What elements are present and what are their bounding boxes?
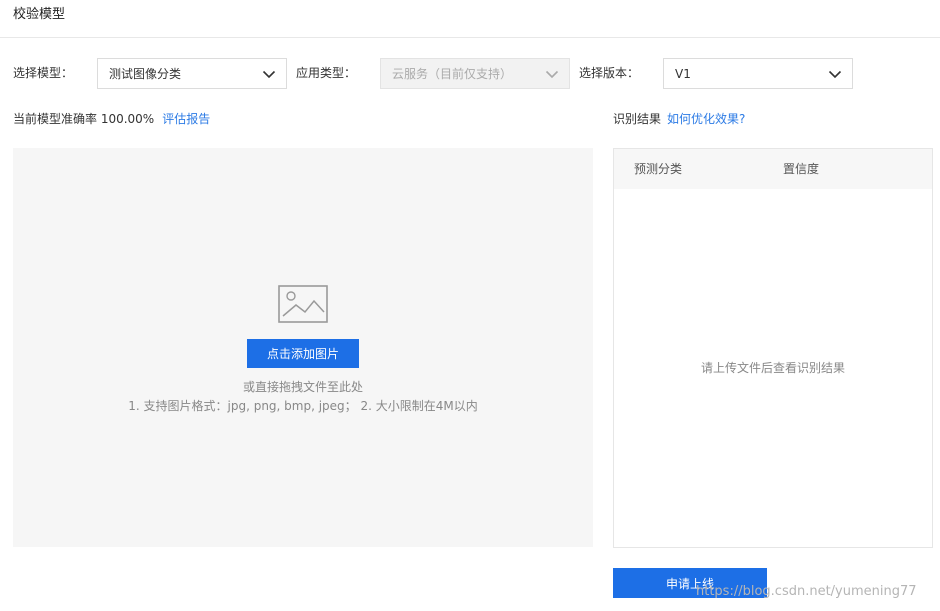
app-type-select-value: 云服务（目前仅支持） bbox=[392, 67, 513, 81]
image-icon bbox=[278, 285, 328, 323]
model-select-value: 测试图像分类 bbox=[109, 67, 182, 81]
title-divider bbox=[0, 37, 940, 38]
column-confidence: 置信度 bbox=[783, 162, 820, 176]
page-title: 校验模型 bbox=[13, 7, 66, 22]
watermark: https://blog.csdn.net/yumening77 bbox=[696, 584, 917, 599]
model-select-label: 选择模型： bbox=[13, 66, 74, 80]
chevron-down-icon bbox=[262, 70, 276, 79]
format-hint: 1. 支持图片格式：jpg, png, bmp, jpeg； 2. 大小限制在4… bbox=[128, 399, 478, 413]
optimize-help-link[interactable]: 如何优化效果? bbox=[667, 112, 745, 126]
chevron-down-icon bbox=[545, 70, 559, 79]
model-select[interactable]: 测试图像分类 bbox=[97, 58, 287, 89]
app-type-select: 云服务（目前仅支持） bbox=[380, 58, 570, 89]
app-type-select-label: 应用类型： bbox=[296, 66, 357, 80]
column-predicted-category: 预测分类 bbox=[634, 162, 683, 176]
add-image-button[interactable]: 点击添加图片 bbox=[247, 339, 359, 368]
version-select[interactable]: V1 bbox=[663, 58, 853, 89]
result-panel: 预测分类 置信度 请上传文件后查看识别结果 bbox=[613, 148, 933, 548]
empty-result-message: 请上传文件后查看识别结果 bbox=[700, 361, 845, 375]
drag-hint: 或直接拖拽文件至此处 bbox=[242, 380, 363, 394]
accuracy-line: 当前模型准确率 100.00% 评估报告 bbox=[13, 111, 210, 127]
result-table-header: 预测分类 置信度 bbox=[614, 149, 932, 189]
result-line: 识别结果 如何优化效果? bbox=[613, 111, 745, 127]
accuracy-text: 当前模型准确率 100.00% bbox=[13, 112, 155, 126]
chevron-down-icon bbox=[828, 70, 842, 79]
version-select-value: V1 bbox=[675, 67, 691, 81]
upload-dropzone[interactable]: 点击添加图片 或直接拖拽文件至此处 1. 支持图片格式：jpg, png, bm… bbox=[13, 148, 593, 547]
version-select-label: 选择版本： bbox=[579, 66, 640, 80]
result-label: 识别结果 bbox=[613, 112, 662, 126]
evaluation-report-link[interactable]: 评估报告 bbox=[162, 112, 210, 126]
